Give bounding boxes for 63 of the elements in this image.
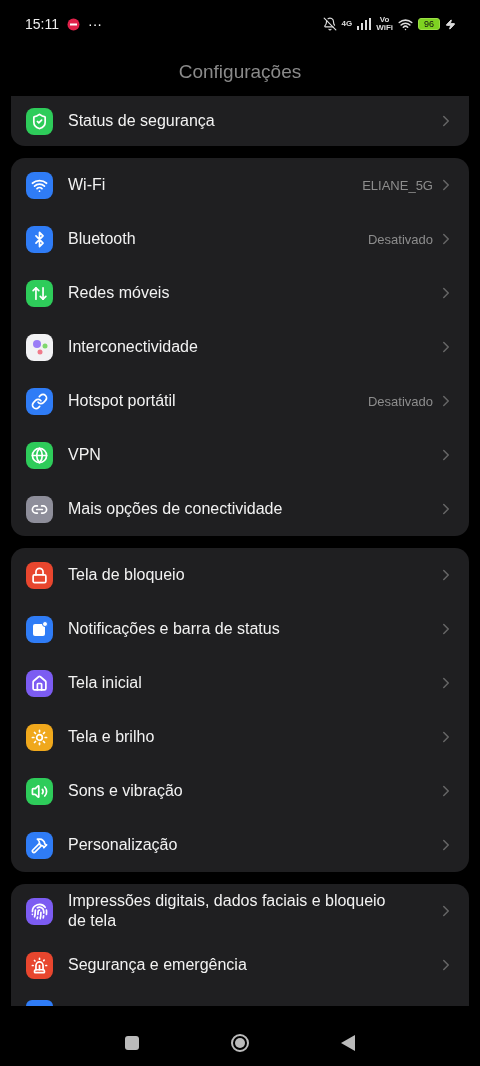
settings-item[interactable]: Tela e brilho — [11, 710, 469, 764]
settings-item[interactable]: Wi-Fi ELIANE_5G — [11, 158, 469, 212]
signal-icon — [357, 18, 372, 30]
app-notification-icon — [67, 17, 80, 31]
battery-level: 96 — [418, 18, 440, 30]
settings-item[interactable]: Tela inicial — [11, 656, 469, 710]
settings-label: Interconectividade — [68, 337, 199, 357]
volte-label: WiFi — [376, 24, 393, 32]
settings-item[interactable]: Impressões digitais, dados faciais e bloqueio de tela — [11, 884, 469, 938]
dots-icon — [30, 338, 49, 356]
hammer-icon — [31, 836, 48, 854]
settings-label: VPN — [68, 445, 102, 465]
settings-item[interactable]: Bluetooth Desativado — [11, 212, 469, 266]
partial-icon — [26, 1000, 53, 1006]
settings-item[interactable]: Mais opções de conectividade — [11, 482, 469, 536]
siren-icon — [31, 956, 48, 974]
settings-label: Sons e vibração — [68, 781, 184, 801]
home-icon — [31, 674, 48, 692]
settings-label: Tela de bloqueio — [68, 565, 186, 585]
link-icon — [31, 392, 48, 410]
settings-label: Impressões digitais, dados faciais e bloqueio de tela — [68, 891, 387, 931]
settings-label: Wi-Fi — [68, 175, 107, 195]
sun-icon — [31, 728, 48, 746]
settings-label: Redes móveis — [68, 283, 171, 303]
page-title: Configurações — [178, 61, 302, 83]
settings-value: Desativado — [367, 231, 433, 247]
settings-value: ELIANE_5G — [362, 177, 433, 193]
globe-icon — [31, 446, 48, 464]
settings-label: Tela inicial — [68, 673, 143, 693]
back-button[interactable] — [340, 1035, 355, 1051]
wifi-icon — [398, 16, 413, 32]
network-type: 4G — [341, 20, 353, 28]
settings-item[interactable]: Redes móveis — [11, 266, 469, 320]
more-notifications: ··· — [88, 16, 102, 32]
bell-off-icon — [322, 17, 337, 31]
fingerprint-icon — [31, 902, 48, 920]
settings-label: Segurança e emergência — [68, 955, 248, 975]
settings-item[interactable]: Interconectividade — [11, 320, 469, 374]
settings-item[interactable]: Status de segurança — [11, 96, 469, 146]
home-button[interactable] — [230, 1033, 250, 1053]
settings-item[interactable]: Segurança e emergência — [11, 938, 469, 992]
settings-label: Tela e brilho — [68, 727, 156, 747]
settings-item[interactable]: Hotspot portátil Desativado — [11, 374, 469, 428]
recents-button[interactable] — [125, 1036, 140, 1050]
settings-label: Bluetooth — [68, 229, 137, 249]
arrows-icon — [31, 284, 48, 302]
clock: 15:11 — [25, 16, 59, 32]
settings-item[interactable]: VPN — [11, 428, 469, 482]
shield-check-icon — [31, 112, 48, 130]
settings-label: Notificações e barra de status — [68, 619, 281, 639]
settings-label: Hotspot portátil — [68, 391, 177, 411]
settings-item[interactable]: Tela de bloqueio — [11, 548, 469, 602]
lock-icon — [31, 566, 48, 584]
settings-label: Mais opções de conectividade — [68, 499, 284, 519]
settings-value: Desativado — [367, 393, 433, 409]
settings-label: Status de segurança — [68, 111, 216, 131]
settings-item[interactable]: Personalização — [11, 818, 469, 872]
settings-label: Personalização — [68, 835, 179, 855]
volte-label: Vo — [379, 16, 390, 24]
notification-icon — [31, 621, 48, 637]
speaker-icon — [31, 782, 48, 800]
settings-item[interactable]: Notificações e barra de status — [11, 602, 469, 656]
settings-item[interactable]: Sons e vibração — [11, 764, 469, 818]
